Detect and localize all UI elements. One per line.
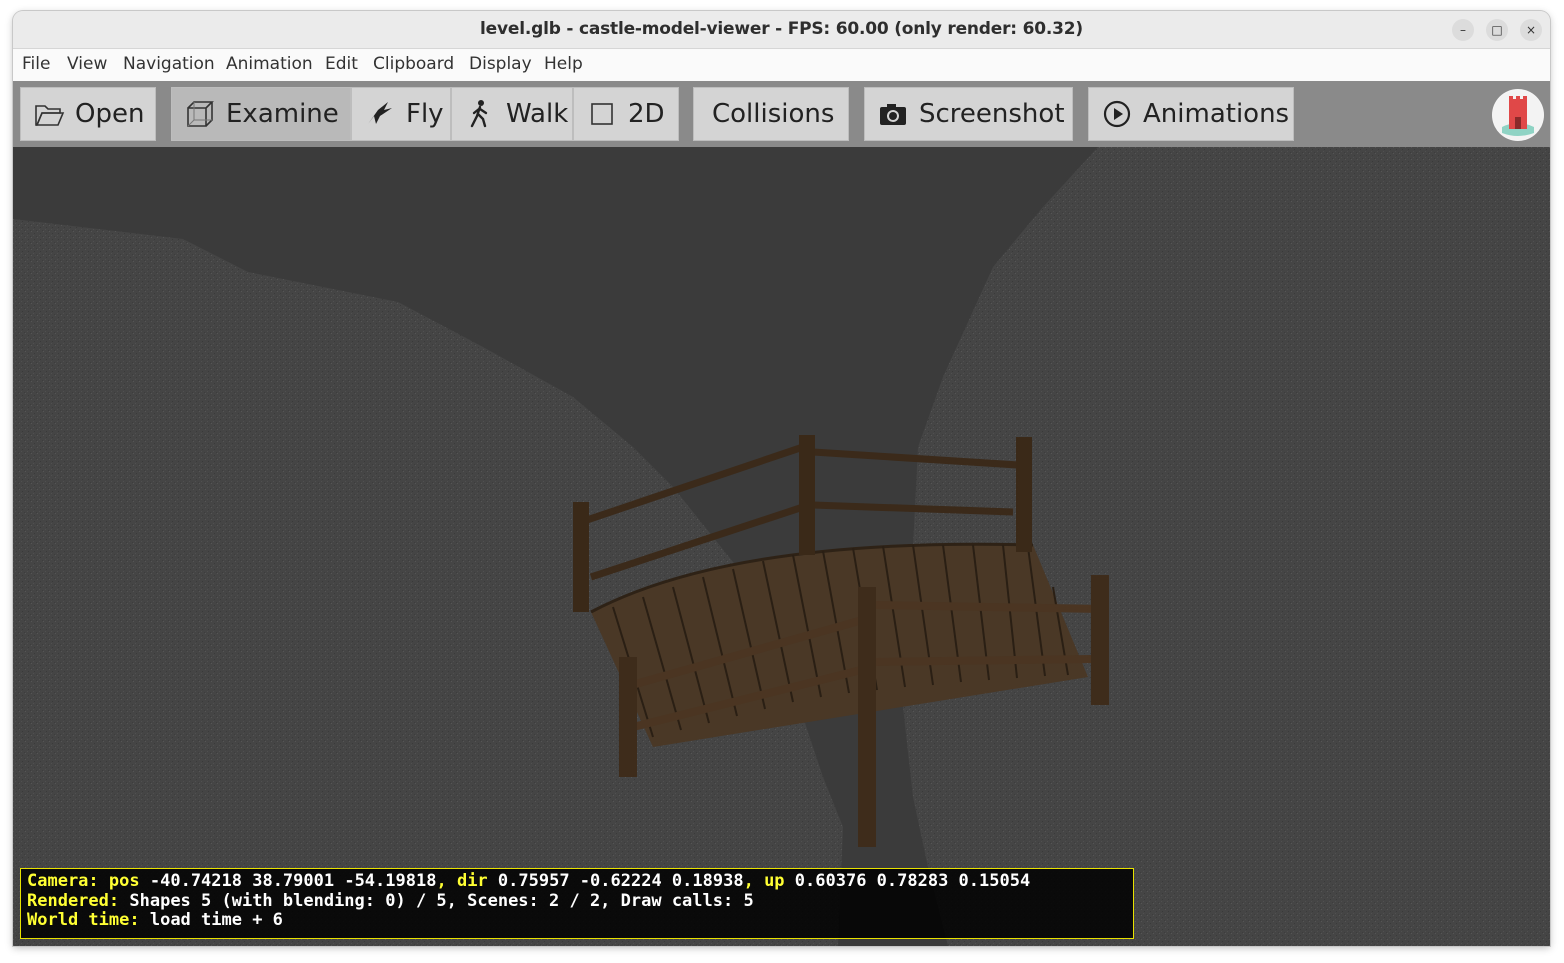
hud-world-time-label: World time: <box>27 910 140 930</box>
close-button[interactable]: × <box>1520 19 1542 41</box>
bird-icon <box>368 102 392 124</box>
hud-dir-label: dir <box>456 871 488 891</box>
screenshot-label: Screenshot <box>919 99 1065 129</box>
hud-camera-label: Camera: <box>27 871 99 891</box>
walking-person-icon <box>470 100 488 128</box>
folder-open-icon <box>35 105 65 126</box>
title-bar[interactable]: level.glb - castle-model-viewer - FPS: 6… <box>13 11 1550 49</box>
menu-file[interactable]: File <box>22 49 50 81</box>
hud-pos-value: -40.74218 38.79001 -54.19818 <box>149 871 437 891</box>
menu-navigation[interactable]: Navigation <box>123 49 215 81</box>
toolbar: Open Examine Fly Walk 2D Collisions Scre… <box>13 81 1550 147</box>
animations-button[interactable]: Animations <box>1088 87 1294 141</box>
menu-edit[interactable]: Edit <box>325 49 358 81</box>
examine-label: Examine <box>226 99 339 129</box>
hud-dir-value: 0.75957 -0.62224 0.18938 <box>497 871 744 891</box>
camera-info-overlay: Camera: pos -40.74218 38.79001 -54.19818… <box>20 868 1134 939</box>
hud-world-time-value: load time + 6 <box>149 910 283 930</box>
3d-viewport[interactable]: Camera: pos -40.74218 38.79001 -54.19818… <box>13 147 1550 946</box>
app-window: level.glb - castle-model-viewer - FPS: 6… <box>13 11 1550 946</box>
open-button[interactable]: Open <box>20 87 156 141</box>
castle-logo-icon <box>1492 89 1544 141</box>
animations-label: Animations <box>1143 99 1290 129</box>
collisions-button[interactable]: Collisions <box>693 87 849 141</box>
menu-animation[interactable]: Animation <box>226 49 313 81</box>
hud-world-time-line: World time: load time + 6 <box>27 910 1127 931</box>
menu-help[interactable]: Help <box>544 49 583 81</box>
hud-rendered-value: Shapes 5 (with blending: 0) / 5, Scenes:… <box>129 890 754 911</box>
screenshot-button[interactable]: Screenshot <box>864 87 1073 141</box>
scene-render <box>13 147 1550 946</box>
menu-clipboard[interactable]: Clipboard <box>373 49 454 81</box>
menu-view[interactable]: View <box>67 49 107 81</box>
minimize-button[interactable]: – <box>1452 19 1474 41</box>
examine-button[interactable]: Examine <box>171 87 351 141</box>
walk-label: Walk <box>506 99 569 129</box>
menu-bar: File View Navigation Animation Edit Clip… <box>13 49 1550 82</box>
hud-rendered-line: Rendered: Shapes 5 (with blending: 0) / … <box>27 890 1127 912</box>
cube-icon <box>187 101 214 127</box>
maximize-button[interactable]: □ <box>1486 19 1508 41</box>
window-title: level.glb - castle-model-viewer - FPS: 6… <box>480 19 1083 39</box>
collisions-label: Collisions <box>712 99 835 129</box>
walk-button[interactable]: Walk <box>451 87 573 141</box>
menu-display[interactable]: Display <box>469 49 532 81</box>
open-label: Open <box>75 99 145 129</box>
fly-label: Fly <box>406 99 444 129</box>
square-icon <box>591 103 613 125</box>
hud-up-value: 0.60376 0.78283 0.15054 <box>794 871 1031 891</box>
camera-icon <box>880 104 906 125</box>
hud-up-label: up <box>764 871 785 891</box>
hud-camera-line: Camera: pos -40.74218 38.79001 -54.19818… <box>27 871 1127 892</box>
2d-button[interactable]: 2D <box>573 87 679 141</box>
hud-pos-label: pos <box>108 871 140 891</box>
fly-button[interactable]: Fly <box>351 87 451 141</box>
hud-rendered-label: Rendered: <box>27 890 120 911</box>
hud-comma: , <box>743 871 754 891</box>
play-circle-icon <box>1103 100 1131 128</box>
2d-label: 2D <box>628 99 665 129</box>
hud-comma: , <box>436 871 447 891</box>
